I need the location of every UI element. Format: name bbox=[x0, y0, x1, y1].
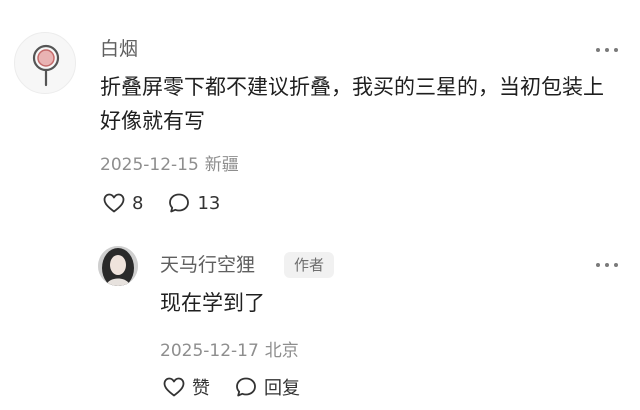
avatar[interactable] bbox=[98, 246, 138, 286]
like-button[interactable]: 赞 bbox=[162, 374, 210, 400]
user-photo-icon bbox=[98, 246, 138, 286]
reply-label: 回复 bbox=[264, 378, 300, 399]
comment-text: 现在学到了 bbox=[160, 291, 265, 315]
reply-count: 13 bbox=[197, 192, 221, 214]
avatar[interactable] bbox=[14, 32, 76, 94]
comment-date: 2025-12-17 bbox=[160, 341, 259, 361]
username[interactable]: 白烟 bbox=[100, 34, 138, 61]
comment-location: 北京 bbox=[264, 341, 299, 361]
heart-icon bbox=[103, 193, 125, 213]
comment-location: 新疆 bbox=[204, 155, 239, 175]
reply-button[interactable]: 13 bbox=[167, 191, 220, 215]
comment-item: 白烟 折叠屏零下都不建议折叠，我买的三星的，当初包装上好像就有写 2025-12… bbox=[0, 0, 640, 230]
comment-text: 折叠屏零下都不建议折叠，我买的三星的，当初包装上好像就有写 bbox=[100, 75, 604, 133]
heart-icon bbox=[163, 377, 185, 397]
reply-button[interactable]: 回复 bbox=[234, 374, 300, 400]
comment-bubble-icon bbox=[236, 377, 256, 397]
like-label: 赞 bbox=[192, 378, 210, 399]
comment-bubble-icon bbox=[169, 193, 190, 213]
comment-meta: 2025-12-15 新疆 bbox=[100, 150, 239, 175]
location-pin-icon bbox=[32, 44, 60, 87]
username[interactable]: 天马行空狸 bbox=[160, 250, 255, 277]
author-badge: 作者 bbox=[284, 252, 335, 278]
comment-meta: 2025-12-17 北京 bbox=[160, 336, 299, 361]
comment-actions: 8 13 bbox=[102, 191, 244, 215]
comment-actions: 赞 回复 bbox=[162, 374, 324, 400]
like-count: 8 bbox=[132, 192, 144, 214]
comment-date: 2025-12-15 bbox=[100, 155, 199, 175]
more-options-icon[interactable] bbox=[596, 45, 618, 55]
like-button[interactable]: 8 bbox=[102, 191, 143, 215]
more-options-icon[interactable] bbox=[596, 260, 618, 270]
reply-item: 天马行空狸 作者 现在学到了 2025-12-17 北京 赞 回复 bbox=[0, 232, 640, 410]
